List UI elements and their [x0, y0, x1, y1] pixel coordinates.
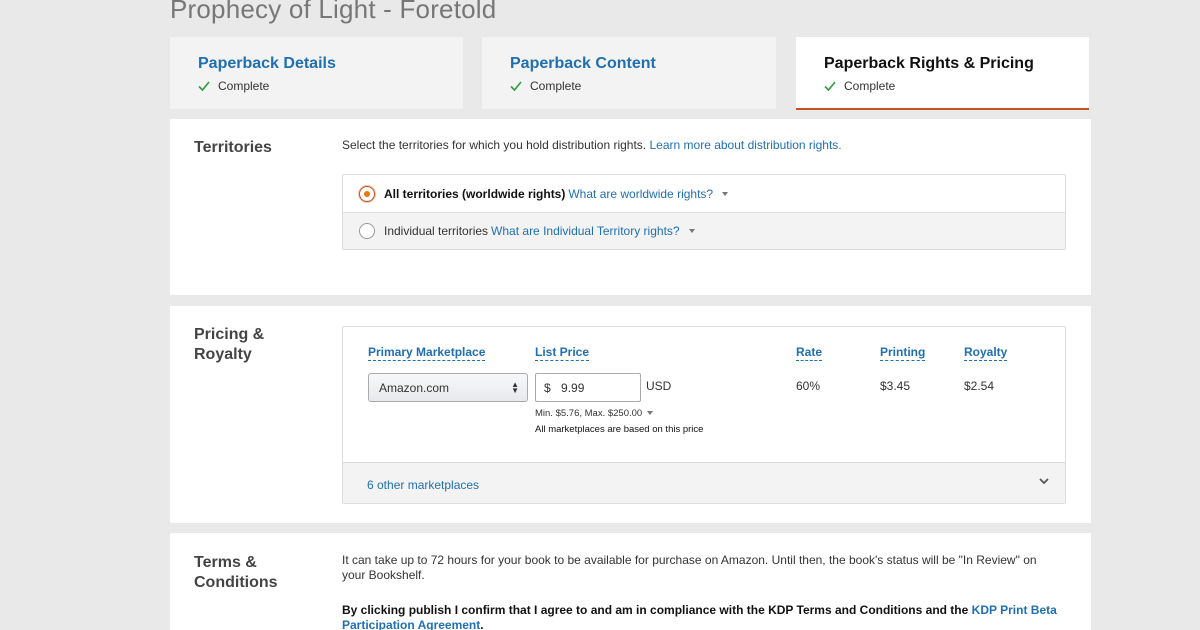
terms-label-line1: Terms &	[194, 554, 257, 571]
caret-down-icon[interactable]	[688, 229, 695, 233]
terms-confirm: By clicking publish I confirm that I agr…	[342, 603, 1062, 630]
distribution-rights-link[interactable]: Learn more about distribution rights.	[650, 138, 842, 152]
tab-paperback-details[interactable]: Paperback Details Complete	[170, 37, 463, 109]
marketplace-select[interactable]: Amazon.com ▲ ▼	[368, 373, 528, 402]
select-arrows-icon: ▲ ▼	[511, 380, 519, 395]
header-printing[interactable]: Printing	[880, 345, 926, 361]
tab-label: Paperback Rights & Pricing	[824, 55, 1034, 72]
chevron-down-icon[interactable]	[1039, 476, 1049, 486]
tab-label: Paperback Content	[510, 55, 656, 72]
header-primary-marketplace[interactable]: Primary Marketplace	[368, 345, 486, 361]
radio-worldwide[interactable]	[359, 185, 375, 202]
territories-label: Territories	[194, 139, 272, 156]
tab-label: Paperback Details	[198, 55, 336, 72]
header-list-price[interactable]: List Price	[535, 345, 590, 361]
list-price-input[interactable]: $ 9.99	[535, 373, 641, 402]
pricing-panel: Pricing & Royalty Primary Marketplace Li…	[170, 306, 1091, 523]
other-marketplaces-link[interactable]: 6 other marketplaces	[367, 478, 479, 492]
pricing-label: Pricing & Royalty	[194, 325, 264, 365]
header-rate[interactable]: Rate	[796, 345, 823, 361]
option-label: All territories (worldwide rights)	[384, 186, 566, 201]
caret-down-icon[interactable]	[647, 411, 654, 416]
option-worldwide[interactable]: All territories (worldwide rights) What …	[343, 175, 1065, 212]
terms-confirm-text: By clicking publish I confirm that I agr…	[342, 603, 969, 617]
pricing-label-line2: Royalty	[194, 346, 252, 363]
price-value: 9.99	[561, 381, 585, 395]
radio-individual[interactable]	[359, 223, 375, 239]
tab-paperback-rights-pricing[interactable]: Paperback Rights & Pricing Complete	[796, 37, 1089, 110]
option-label: Individual territories	[384, 224, 489, 238]
individual-help-link[interactable]: What are Individual Territory rights?	[491, 224, 680, 238]
checkmark-icon	[510, 81, 522, 92]
header-royalty[interactable]: Royalty	[964, 345, 1008, 361]
checkmark-icon	[198, 81, 210, 92]
option-individual[interactable]: Individual territories What are Individu…	[343, 212, 1065, 249]
terms-panel: Terms & Conditions It can take up to 72 …	[170, 533, 1091, 630]
caret-down-icon[interactable]	[722, 191, 729, 196]
marketplace-value: Amazon.com	[379, 381, 450, 395]
tab-paperback-content[interactable]: Paperback Content Complete	[482, 37, 776, 109]
tab-status-text: Complete	[844, 79, 896, 93]
terms-confirm-end: .	[480, 618, 484, 630]
tab-status-text: Complete	[218, 79, 270, 93]
printing-value: $3.45	[880, 379, 911, 393]
min-max-price[interactable]: Min. $5.76, Max. $250.00	[535, 408, 654, 419]
terms-label-line2: Conditions	[194, 574, 278, 591]
tab-status: Complete	[198, 79, 463, 93]
terms-label: Terms & Conditions	[194, 553, 278, 593]
worldwide-help-link[interactable]: What are worldwide rights?	[568, 187, 713, 201]
territories-lead: Select the territories for which you hol…	[342, 138, 842, 152]
tab-status-text: Complete	[530, 79, 582, 93]
territory-options: All territories (worldwide rights) What …	[342, 174, 1066, 250]
currency-symbol: $	[544, 381, 551, 395]
currency-code: USD	[646, 379, 672, 393]
pricing-label-line1: Pricing &	[194, 326, 265, 343]
territories-lead-text: Select the territories for which you hol…	[342, 138, 647, 152]
price-note: All marketplaces are based on this price	[535, 424, 704, 435]
tab-status: Complete	[824, 79, 1089, 93]
rate-value: 60%	[796, 379, 821, 393]
tab-status: Complete	[510, 79, 776, 93]
terms-text: It can take up to 72 hours for your book…	[342, 553, 1037, 582]
checkmark-icon	[824, 81, 836, 92]
min-max-text: Min. $5.76, Max. $250.00	[535, 408, 643, 419]
other-marketplaces-toggle[interactable]: 6 other marketplaces	[343, 462, 1065, 503]
page-title: Prophecy of Light - Foretold	[170, 0, 497, 24]
pricing-box: Primary Marketplace List Price Rate Prin…	[342, 326, 1066, 504]
royalty-value: $2.54	[964, 379, 995, 393]
territories-panel: Territories Select the territories for w…	[170, 119, 1091, 295]
